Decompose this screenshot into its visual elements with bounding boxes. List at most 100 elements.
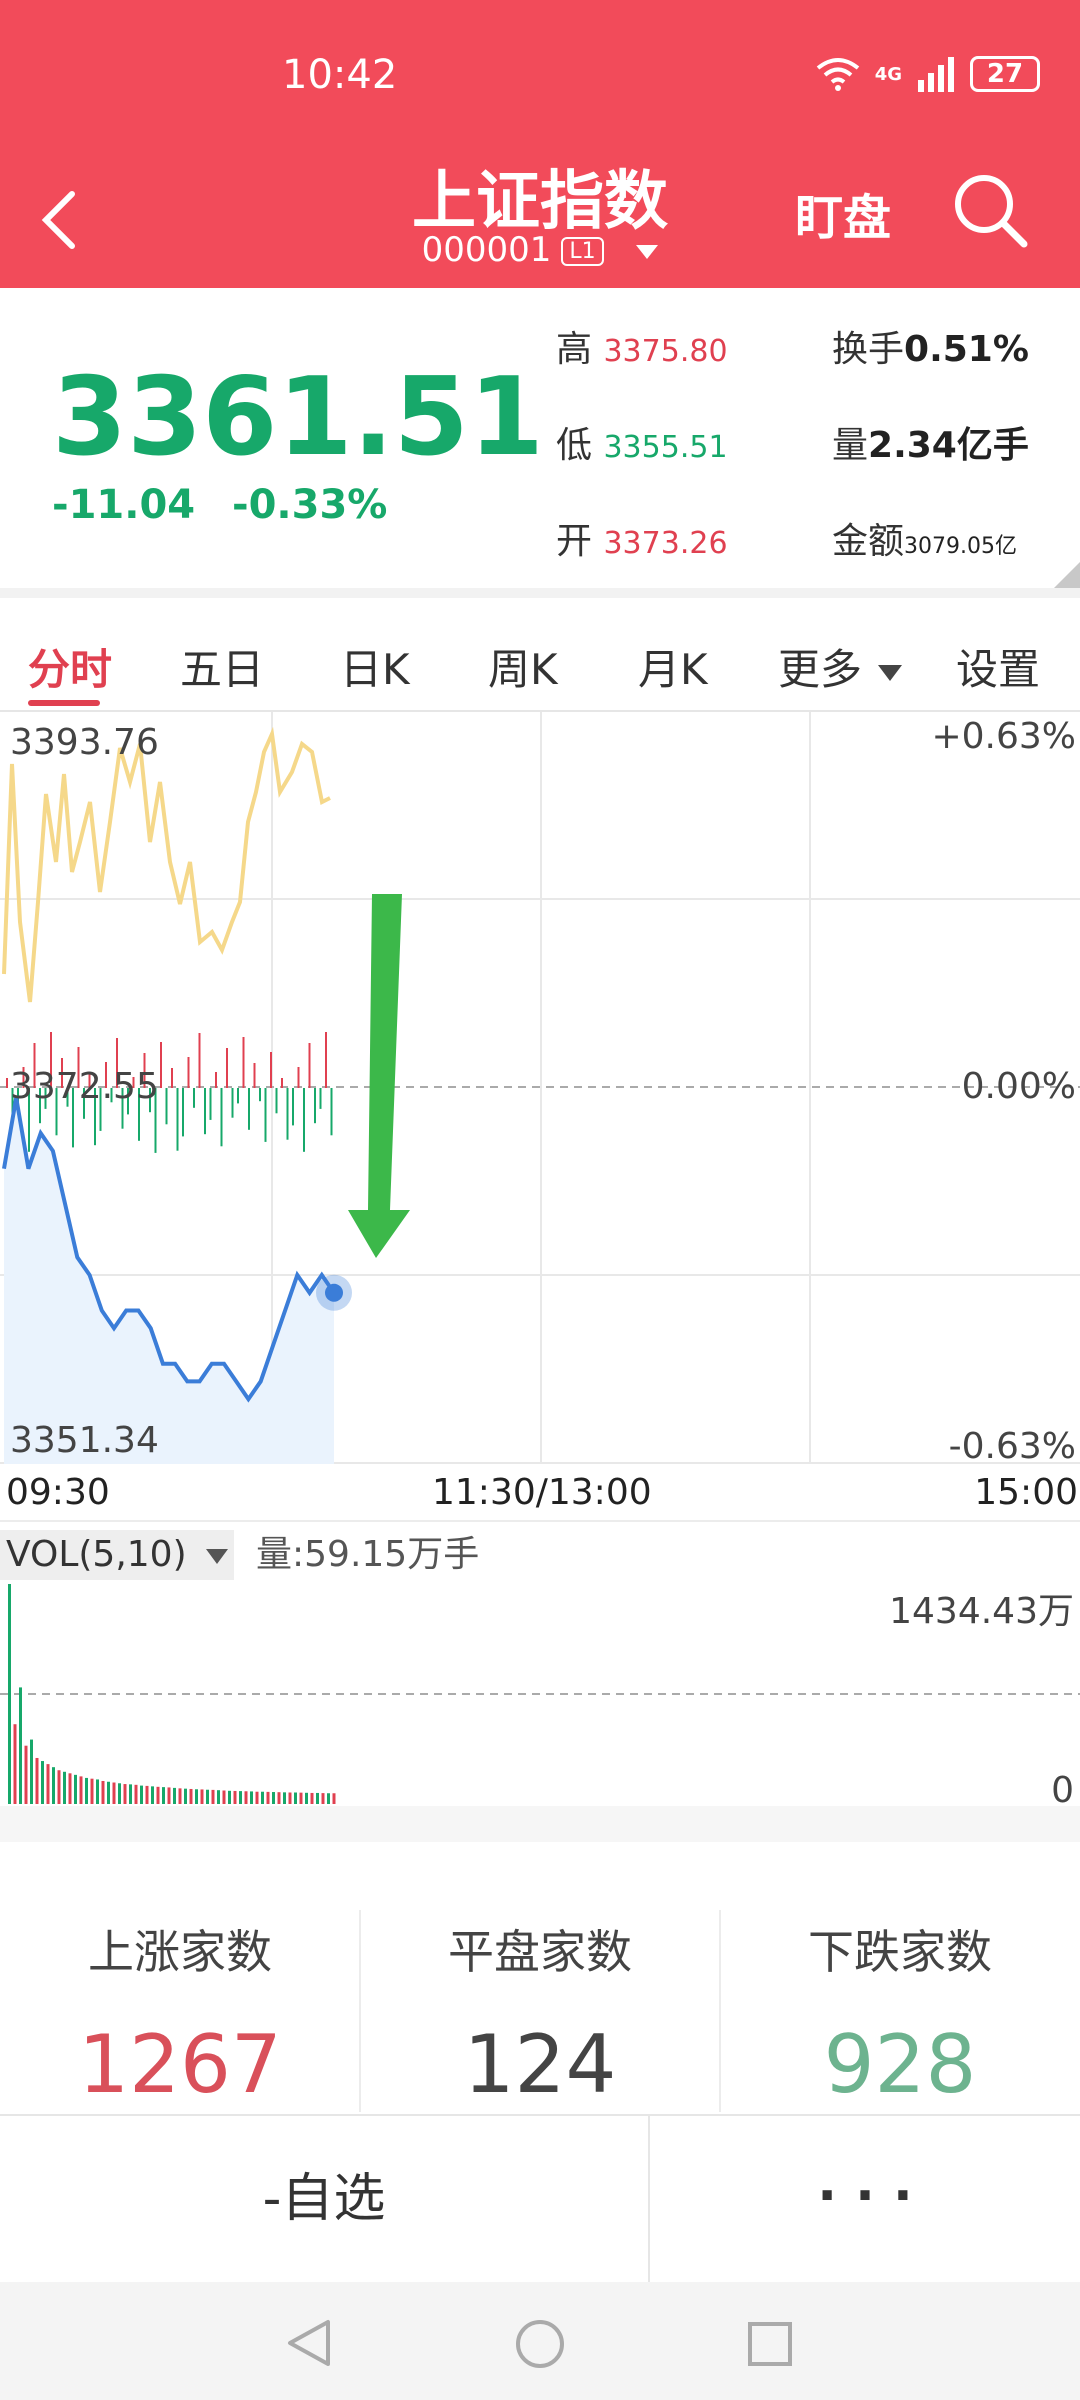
price-change: -11.04 bbox=[52, 482, 196, 528]
stock-code-selector[interactable]: 000001 L1 bbox=[0, 230, 1080, 270]
pct-axis-top-label: +0.63% bbox=[931, 716, 1076, 757]
tick-bar bbox=[187, 1057, 190, 1088]
volume-bar bbox=[68, 1773, 72, 1804]
volume-bar bbox=[217, 1790, 220, 1804]
volume-bar bbox=[327, 1793, 330, 1804]
tick-bar bbox=[286, 1088, 289, 1140]
volume-bar bbox=[283, 1792, 286, 1804]
nav-home-icon[interactable] bbox=[514, 2318, 566, 2370]
tick-bar bbox=[215, 1072, 217, 1088]
stat-amount-value: 3079.05亿 bbox=[904, 534, 1017, 559]
tick-bar bbox=[270, 1052, 272, 1088]
volume-bar bbox=[222, 1790, 226, 1804]
tick-bar bbox=[204, 1088, 206, 1135]
tick-bar bbox=[292, 1088, 294, 1126]
tab-more[interactable]: 更多 bbox=[778, 636, 903, 697]
tab-daily-k[interactable]: 日K bbox=[340, 636, 410, 697]
tab-intraday[interactable]: 分时 bbox=[28, 636, 112, 697]
remove-watchlist-button[interactable]: -自选 bbox=[0, 2116, 648, 2282]
axis-divider bbox=[0, 1520, 1080, 1522]
tick-bar bbox=[303, 1088, 305, 1152]
search-icon[interactable] bbox=[950, 170, 1030, 250]
x-axis-start-label: 09:30 bbox=[6, 1472, 110, 1513]
tick-bar bbox=[171, 1068, 173, 1088]
current-price: 3361.51 bbox=[52, 355, 544, 480]
volume-indicator-label: VOL(5,10) bbox=[6, 1534, 187, 1575]
volume-chart[interactable] bbox=[0, 1584, 1080, 1806]
volume-bar bbox=[13, 1724, 17, 1804]
volume-bar bbox=[118, 1783, 121, 1804]
tick-bar bbox=[165, 1088, 168, 1125]
volume-amount: 量:59.15万手 bbox=[256, 1534, 480, 1575]
tab-settings[interactable]: 设置 bbox=[956, 636, 1040, 697]
volume-bar bbox=[310, 1792, 314, 1804]
volume-bar bbox=[288, 1792, 292, 1804]
volume-bar bbox=[277, 1792, 281, 1804]
intraday-chart[interactable] bbox=[0, 712, 1080, 1464]
section-band bbox=[0, 1806, 1080, 1842]
volume-bar bbox=[294, 1792, 297, 1804]
tick-bar bbox=[220, 1088, 223, 1147]
more-options-button[interactable]: · · · bbox=[650, 2116, 1080, 2282]
nav-recents-icon[interactable] bbox=[746, 2320, 794, 2368]
volume-bar bbox=[250, 1791, 253, 1804]
chevron-down-icon bbox=[636, 244, 659, 259]
nav-back-icon[interactable] bbox=[284, 2318, 332, 2368]
stat-high-label: 高 bbox=[556, 329, 593, 370]
tick-bar bbox=[182, 1088, 184, 1137]
tab-monthly-k[interactable]: 月K bbox=[638, 636, 708, 697]
stat-turnover-value: 0.51% bbox=[904, 329, 1029, 370]
volume-bar bbox=[178, 1788, 182, 1804]
volume-bar bbox=[261, 1791, 264, 1804]
volume-bar bbox=[195, 1789, 198, 1804]
tick-bar bbox=[281, 1078, 283, 1088]
down-count: 928 bbox=[823, 2018, 977, 2111]
section-divider bbox=[0, 588, 1080, 598]
down-count-label: 下跌家数 bbox=[808, 1925, 992, 1979]
tick-bar bbox=[242, 1037, 245, 1088]
stat-amount-label: 金额 bbox=[832, 521, 905, 562]
volume-bar bbox=[52, 1767, 55, 1804]
tick-bar bbox=[253, 1063, 256, 1088]
tab-more-label: 更多 bbox=[778, 645, 863, 694]
volume-bar bbox=[321, 1793, 325, 1804]
tick-bar bbox=[308, 1043, 311, 1088]
stat-open-value: 3373.26 bbox=[603, 526, 728, 561]
flat-count: 124 bbox=[463, 2018, 617, 2111]
stat-high: 高 3375.80 bbox=[556, 320, 728, 372]
volume-bar bbox=[96, 1779, 99, 1804]
tab-weekly-k[interactable]: 周K bbox=[488, 636, 558, 697]
volume-bar bbox=[305, 1792, 308, 1804]
volume-bar bbox=[200, 1789, 204, 1804]
x-axis-mid-label: 11:30/13:00 bbox=[432, 1472, 652, 1513]
volume-indicator-selector[interactable]: VOL(5,10) bbox=[0, 1530, 234, 1580]
volume-bar bbox=[74, 1774, 77, 1804]
volume-bar bbox=[272, 1792, 275, 1804]
corner-expand-icon[interactable] bbox=[1054, 562, 1080, 588]
stat-open: 开 3373.26 bbox=[556, 512, 728, 564]
stat-volume-label: 量 bbox=[832, 425, 869, 466]
volume-bar bbox=[145, 1785, 149, 1804]
y-axis-top-label: 3393.76 bbox=[10, 722, 159, 763]
volume-bar bbox=[46, 1764, 50, 1804]
triangle-down-icon bbox=[206, 1548, 229, 1564]
tick-bar bbox=[314, 1088, 316, 1124]
volume-bar bbox=[233, 1790, 237, 1804]
signal-icon bbox=[918, 57, 954, 92]
volume-bar bbox=[30, 1739, 33, 1804]
tab-five-day[interactable]: 五日 bbox=[180, 636, 264, 697]
stat-turnover-label: 换手 bbox=[832, 329, 905, 370]
status-icons: 4G 27 bbox=[815, 56, 1040, 92]
volume-bar bbox=[332, 1793, 336, 1804]
breadth-divider bbox=[359, 1910, 361, 2112]
volume-bar bbox=[101, 1780, 105, 1804]
volume-bar bbox=[151, 1786, 154, 1804]
watch-button[interactable]: 盯盘 bbox=[795, 178, 891, 248]
tick-bar bbox=[6, 1078, 8, 1088]
volume-bar bbox=[162, 1787, 165, 1804]
volume-bar bbox=[107, 1781, 110, 1804]
stat-volume-value: 2.34亿手 bbox=[868, 425, 1029, 466]
volume-bar bbox=[167, 1787, 171, 1804]
volume-bar bbox=[156, 1786, 160, 1804]
volume-bar bbox=[63, 1771, 66, 1804]
